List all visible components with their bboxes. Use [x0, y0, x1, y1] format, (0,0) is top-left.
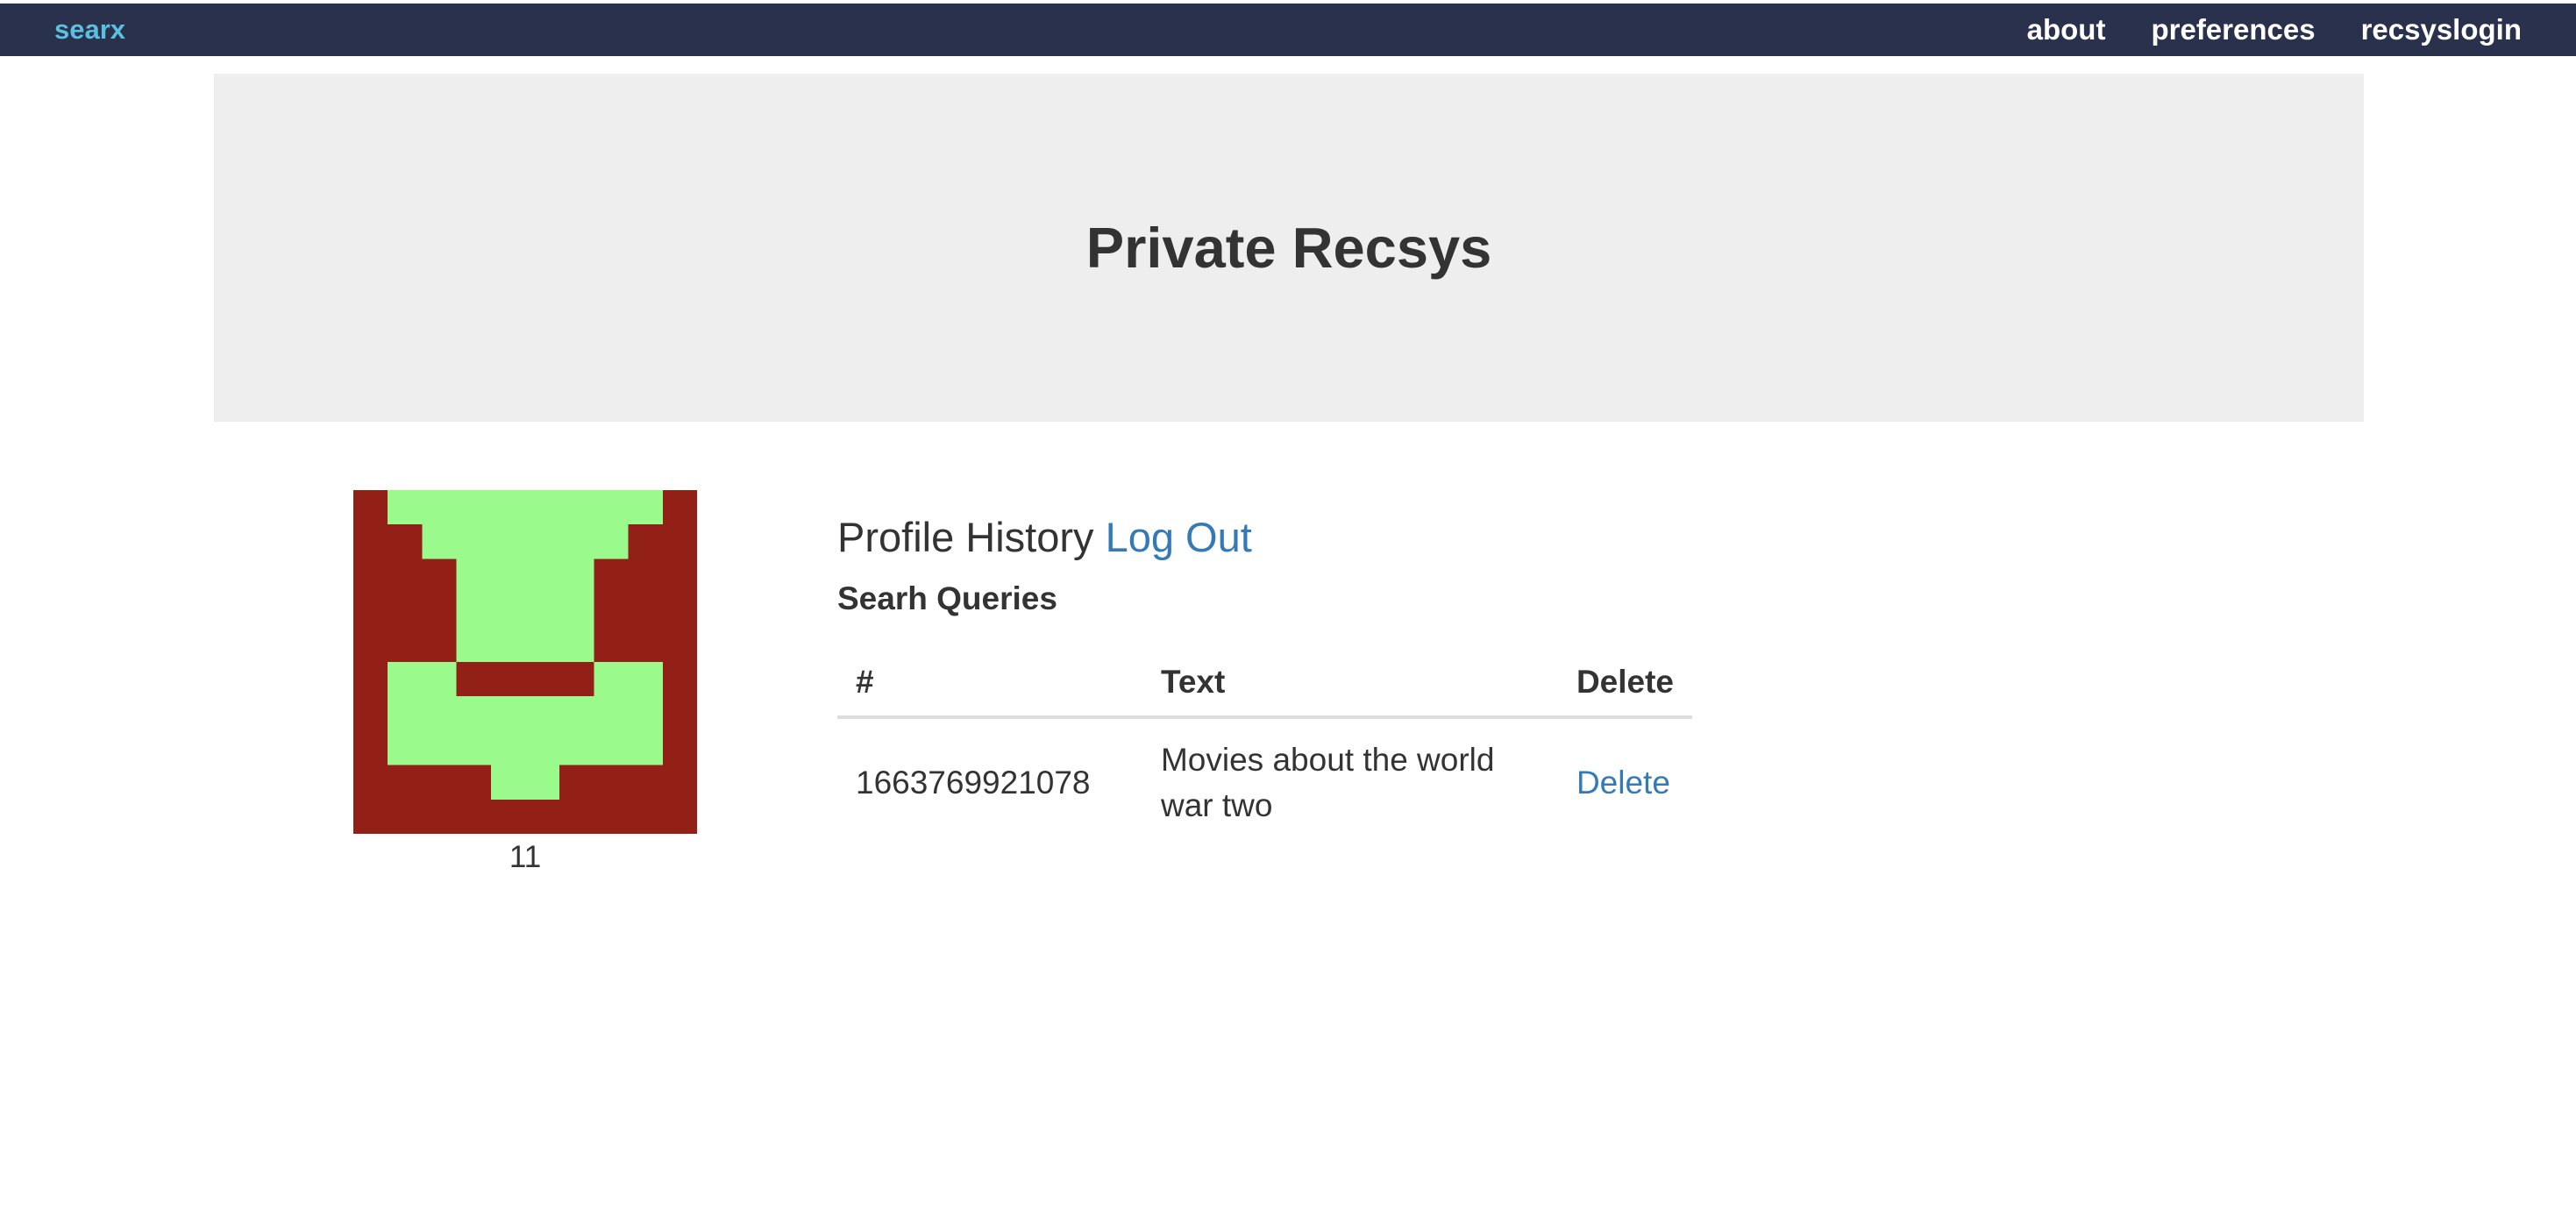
table-row: 1663769921078 Movies about the world war… [837, 717, 1692, 847]
logout-link[interactable]: Log Out [1106, 514, 1252, 560]
search-queries-heading: Searh Queries [837, 580, 1057, 616]
column-header-id: # [837, 649, 1142, 719]
column-header-delete: Delete [1557, 649, 1692, 719]
nav-links: about preferences recsyslogin [1982, 4, 2522, 56]
column-header-text: Text [1142, 649, 1558, 719]
nav-recsyslogin-link[interactable]: recsyslogin [2361, 4, 2522, 56]
profile-history-heading: Profile History Log Out [837, 507, 1692, 568]
profile-card: 11 [353, 490, 697, 875]
nav-about-link[interactable]: about [2027, 4, 2106, 56]
page-title: Private Recsys [1085, 216, 1492, 280]
query-id-cell: 1663769921078 [856, 765, 1091, 801]
avatar [353, 490, 697, 834]
search-queries-table: # Text Delete 1663769921078 Movies about… [837, 649, 1692, 847]
table-header-row: # Text Delete [837, 649, 1692, 719]
delete-query-link[interactable]: Delete [1576, 765, 1670, 801]
delete-cell: Delete [1558, 717, 1692, 847]
profile-history-section: Profile History Log Out Searh Queries # … [837, 507, 1692, 847]
top-navbar: searx about preferences recsyslogin [0, 4, 2576, 56]
query-text-cell: Movies about the world war two [1160, 742, 1495, 823]
avatar-id-label: 11 [509, 840, 542, 874]
brand-link[interactable]: searx [54, 4, 125, 56]
jumbotron: Private Recsys [214, 74, 2364, 422]
nav-preferences-link[interactable]: preferences [2151, 4, 2315, 56]
profile-history-title: Profile History [837, 514, 1094, 560]
